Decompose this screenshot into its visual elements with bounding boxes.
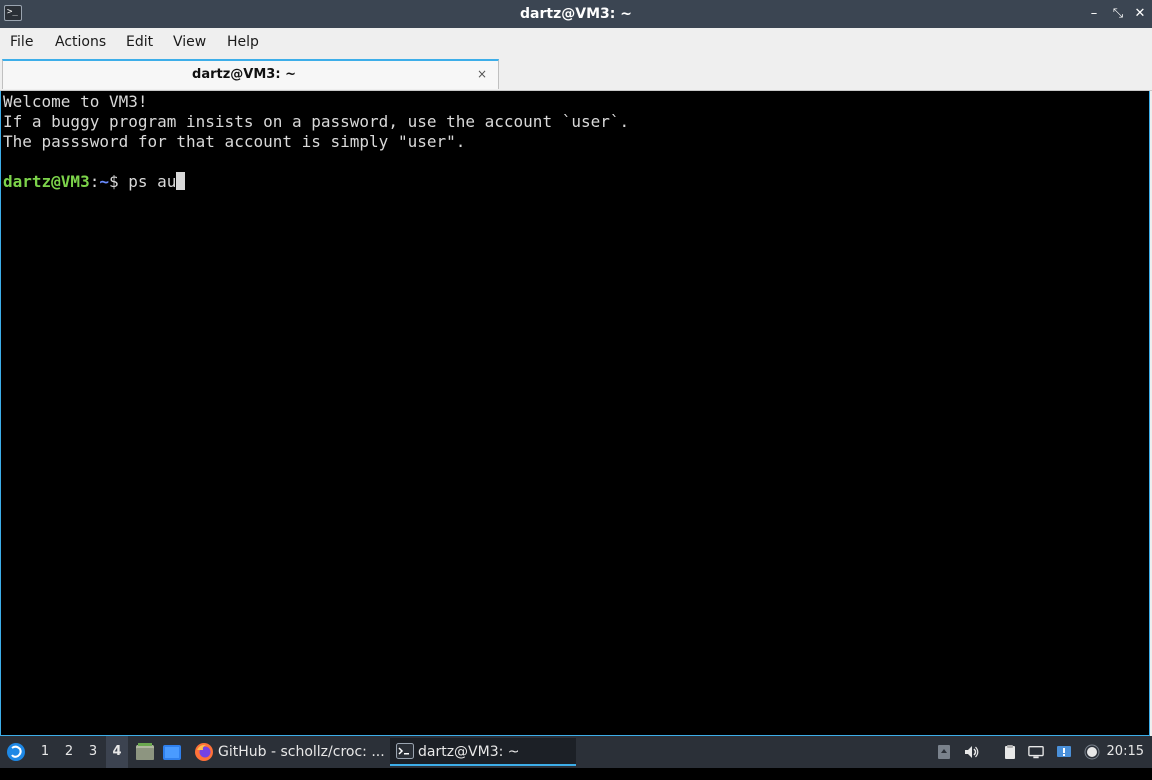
prompt-separator: : [89, 172, 100, 191]
tab-terminal[interactable]: dartz@VM3: ~ × [2, 59, 499, 89]
close-button[interactable]: ✕ [1130, 4, 1150, 24]
terminal-line: Welcome to VM3! [3, 92, 148, 111]
file-manager-launcher[interactable] [134, 736, 156, 768]
start-menu-button[interactable] [4, 736, 28, 768]
text-cursor [176, 172, 186, 190]
show-desktop-icon [163, 745, 181, 760]
terminal-line: If a buggy program insists on a password… [3, 112, 630, 131]
task-label: dartz@VM3: ~ [418, 744, 520, 760]
menu-edit[interactable]: Edit [126, 28, 153, 56]
task-terminal[interactable]: dartz@VM3: ~ [390, 738, 576, 766]
terminal-output[interactable]: Welcome to VM3! If a buggy program insis… [0, 91, 1150, 736]
tab-bar: dartz@VM3: ~ × [0, 56, 1152, 91]
terminal-icon [396, 743, 414, 759]
desktop-2-button[interactable]: 2 [58, 736, 80, 768]
prompt-line: dartz@VM3:~$ ps au [3, 172, 1147, 192]
prompt-path: ~ [99, 172, 109, 191]
menu-help[interactable]: Help [227, 28, 259, 56]
desktop-4-button[interactable]: 4 [106, 736, 128, 768]
menu-file[interactable]: File [10, 28, 33, 56]
terminal-window: >_ dartz@VM3: ~ – ⤡ ✕ File Actions Edit … [0, 0, 1152, 736]
volume-icon[interactable] [964, 744, 980, 760]
menu-actions[interactable]: Actions [55, 28, 106, 56]
file-manager-icon [136, 743, 154, 760]
notification-icon[interactable] [1056, 744, 1072, 760]
minimize-button[interactable]: – [1084, 4, 1104, 24]
power-status-icon[interactable] [1084, 744, 1100, 760]
desktop-1-button[interactable]: 1 [34, 736, 56, 768]
prompt-user-host: dartz@VM3 [3, 172, 90, 191]
maximize-button[interactable]: ⤡ [1108, 4, 1128, 24]
taskbar: 1 2 3 4 GitHub - schollz/croc: ... dartz… [0, 736, 1152, 768]
start-menu-icon [7, 743, 25, 761]
clipboard-icon[interactable] [1002, 744, 1018, 760]
title-bar[interactable]: >_ dartz@VM3: ~ – ⤡ ✕ [0, 0, 1152, 28]
show-desktop-launcher[interactable] [161, 736, 183, 768]
tab-label: dartz@VM3: ~ [192, 67, 296, 82]
tab-close-icon[interactable]: × [474, 66, 490, 82]
window-title: dartz@VM3: ~ [520, 6, 632, 22]
menu-bar: File Actions Edit View Help [0, 28, 1152, 56]
clock[interactable]: 20:15 [1107, 736, 1144, 768]
menu-view[interactable]: View [173, 28, 206, 56]
terminal-line: The passsword for that account is simply… [3, 132, 466, 151]
task-firefox[interactable]: GitHub - schollz/croc: ... [192, 738, 384, 766]
network-icon[interactable] [1028, 744, 1044, 760]
prompt-symbol: $ [108, 172, 129, 191]
typed-command: ps au [128, 172, 177, 191]
task-label: GitHub - schollz/croc: ... [218, 744, 384, 760]
tray-up-arrow-icon[interactable] [936, 744, 952, 760]
firefox-icon [195, 743, 213, 761]
desktop-3-button[interactable]: 3 [82, 736, 104, 768]
